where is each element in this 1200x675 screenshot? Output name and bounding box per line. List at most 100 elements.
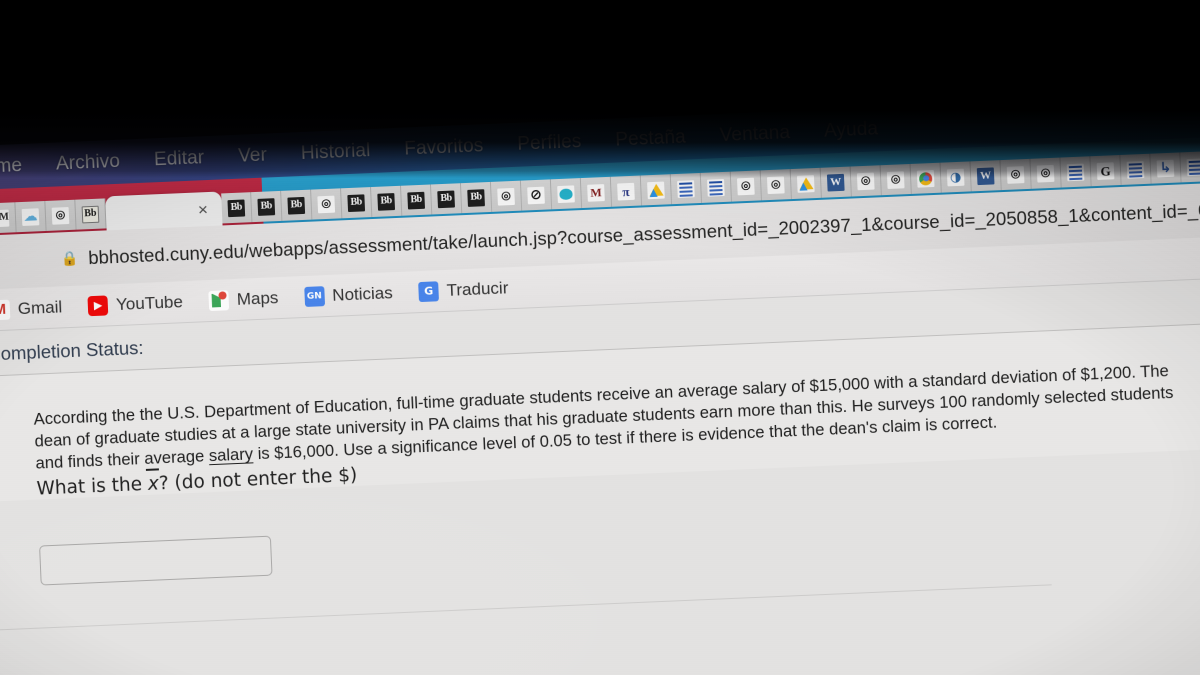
globe-icon: ⌾	[856, 171, 875, 190]
tab[interactable]: ⌾	[1030, 157, 1062, 189]
menu-chrome[interactable]: ome	[0, 155, 23, 179]
tab[interactable]: Bb	[281, 189, 313, 221]
tab[interactable]: ⌾	[730, 170, 762, 202]
tab[interactable]: ⌾	[880, 163, 912, 196]
tab[interactable]: ◑	[940, 161, 972, 193]
menu-editar[interactable]: Editar	[154, 147, 205, 171]
globe-icon: ⌾	[1036, 164, 1055, 183]
tab[interactable]: W	[820, 166, 852, 198]
tab[interactable]: ☁	[15, 200, 47, 233]
tab[interactable]: Bb	[371, 185, 403, 218]
news-icon: GN	[303, 285, 325, 307]
menu-favoritos[interactable]: Favoritos	[404, 135, 484, 160]
mm-icon: M	[587, 183, 605, 202]
tab[interactable]: CM	[0, 202, 17, 234]
youtube-icon: ▶	[87, 294, 109, 316]
translate-icon: G	[418, 280, 440, 302]
bookmark-traducir[interactable]: G Traducir	[418, 277, 509, 302]
browser-window: ome Archivo Editar Ver Historial Favorit…	[0, 86, 1200, 675]
menu-ayuda[interactable]: Ayuda	[824, 118, 879, 142]
tab[interactable]: ↳	[1150, 152, 1182, 184]
tab[interactable]: ⌾	[311, 188, 343, 220]
tab-active[interactable]: ×	[105, 191, 223, 231]
bookmark-maps[interactable]: Maps	[208, 287, 279, 311]
no-entry-icon: ⊘	[527, 186, 545, 204]
screen-photo: ome Archivo Editar Ver Historial Favorit…	[0, 0, 1200, 675]
tab[interactable]	[1120, 153, 1152, 185]
globe-icon: ⌾	[497, 187, 515, 206]
tab[interactable]: ⌾	[1000, 158, 1032, 191]
bookmark-youtube-label: YouTube	[115, 291, 184, 314]
tab[interactable]: ⌾	[45, 199, 77, 231]
bookmark-traducir-label: Traducir	[446, 277, 509, 300]
doc-icon	[677, 179, 695, 198]
tab[interactable]: Bb	[460, 181, 493, 214]
bookmark-youtube[interactable]: ▶ YouTube	[87, 291, 184, 316]
tab[interactable]: Bb	[251, 190, 283, 223]
tab[interactable]: ⌾	[760, 169, 792, 201]
tab[interactable]: ⊘	[520, 179, 553, 211]
menu-historial[interactable]: Historial	[300, 140, 370, 165]
menu-ver[interactable]: Ver	[238, 144, 268, 167]
tab[interactable]: ⌾	[490, 180, 523, 212]
teal-blob-icon	[557, 184, 575, 203]
c-icon: ◑	[946, 168, 965, 186]
globe-icon: ⌾	[886, 170, 905, 189]
bb-icon: Bb	[377, 192, 396, 211]
page-content: ‹ Question Completion Status: According …	[0, 272, 1200, 675]
maps-icon	[208, 289, 230, 311]
menu-archivo[interactable]: Archivo	[56, 151, 121, 176]
tab[interactable]: W	[970, 160, 1002, 192]
globe-icon: ⌾	[317, 194, 336, 213]
menu-perfiles[interactable]: Perfiles	[517, 131, 582, 156]
tab[interactable]	[670, 172, 703, 205]
tab[interactable]: Bb	[75, 198, 107, 230]
question-prompt-post: ? (do not enter the $)	[158, 464, 358, 495]
tab[interactable]: Bb	[430, 183, 463, 215]
doc-icon	[1186, 157, 1200, 176]
tab[interactable]: Bb	[221, 192, 253, 224]
menu-pestana[interactable]: Pestaña	[615, 127, 686, 152]
section-divider	[0, 584, 1052, 634]
bookmark-gmail[interactable]: M Gmail	[0, 297, 63, 320]
question-line-3-underlined: salary	[208, 444, 254, 466]
chrome-icon	[916, 169, 935, 188]
tab[interactable]	[1060, 156, 1092, 188]
question-prompt-pre: What is the	[36, 473, 149, 500]
tab[interactable]: π	[610, 175, 643, 207]
tab[interactable]: Bb	[341, 187, 373, 219]
tab[interactable]	[790, 167, 822, 200]
bb-icon: Bb	[257, 197, 276, 216]
question-completion-status-label: Question Completion Status:	[0, 336, 144, 368]
tab[interactable]: M	[580, 176, 613, 209]
drive-icon	[796, 174, 815, 193]
globe-icon: ⌾	[1006, 165, 1025, 184]
tab[interactable]: G	[1090, 154, 1122, 187]
word-icon: W	[976, 166, 995, 185]
answer-input[interactable]	[39, 535, 273, 586]
bb-icon: Bb	[467, 188, 485, 207]
globe-icon: ⌾	[736, 176, 755, 195]
bb-icon: Bb	[227, 198, 246, 217]
bookmark-gmail-label: Gmail	[17, 296, 63, 318]
tab[interactable]: Bb	[401, 184, 433, 216]
tab[interactable]	[700, 171, 732, 203]
globe-icon: ⌾	[51, 206, 70, 225]
bb-white-icon: Bb	[81, 205, 100, 223]
tab[interactable]	[1180, 151, 1200, 183]
pi-icon: π	[617, 182, 635, 201]
close-icon[interactable]: ×	[197, 200, 208, 219]
bb-icon: Bb	[287, 196, 306, 215]
tab[interactable]	[910, 162, 942, 194]
bb-icon: Bb	[437, 189, 455, 208]
menu-ventana[interactable]: Ventana	[719, 122, 790, 147]
tab[interactable]: ⌾	[850, 165, 882, 197]
cloud-icon: ☁	[21, 207, 40, 226]
word-icon: W	[826, 173, 845, 192]
bookmark-maps-label: Maps	[236, 287, 279, 309]
bookmark-noticias[interactable]: GN Noticias	[303, 283, 393, 307]
arrow-icon: ↳	[1156, 159, 1175, 177]
cm-icon: CM	[0, 209, 10, 227]
tab[interactable]	[640, 174, 673, 206]
tab[interactable]	[550, 178, 583, 210]
